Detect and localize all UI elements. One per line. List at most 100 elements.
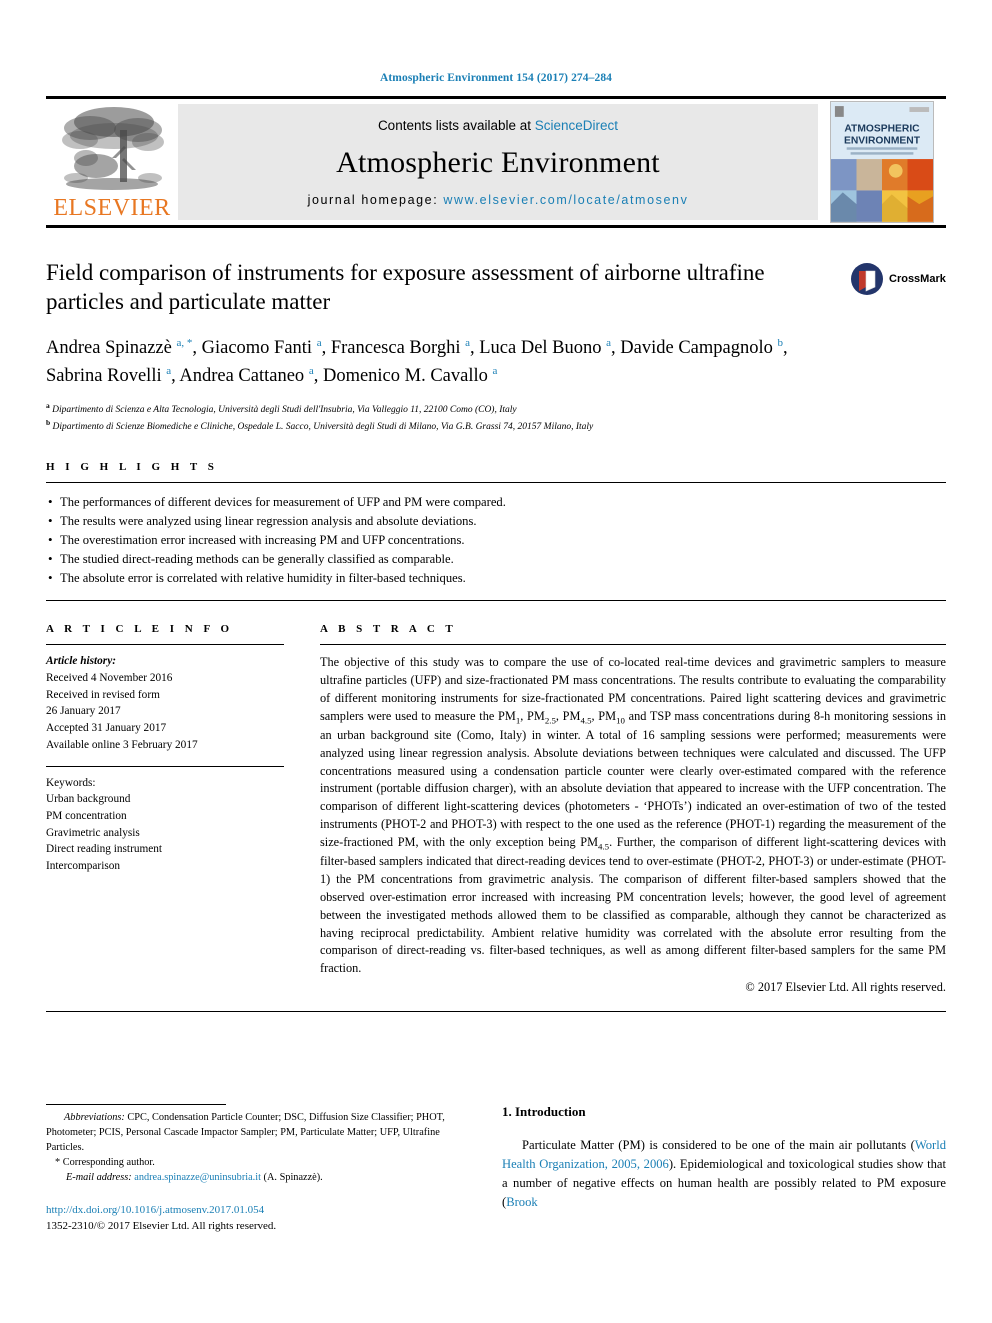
- highlight-item: The absolute error is correlated with re…: [46, 568, 946, 588]
- abstract-text: The objective of this study was to compa…: [320, 645, 946, 978]
- keyword-item: Gravimetric analysis: [46, 826, 140, 839]
- affiliation-text: Dipartimento di Scienze Biomediche e Cli…: [52, 422, 594, 433]
- citation-link[interactable]: Brook: [506, 1195, 537, 1209]
- author-item: Giacomo Fanti a,: [201, 336, 327, 359]
- affiliation-item: a Dipartimento di Scienza e Alta Tecnolo…: [46, 400, 946, 417]
- author-item: Francesca Borghi a,: [330, 336, 475, 359]
- corresponding-author-note: * Corresponding author.: [55, 1156, 155, 1168]
- author-name: Francesca Borghi: [330, 338, 461, 359]
- abstract-subscript: 2.5: [544, 715, 556, 726]
- footnotes-column: Abbreviations: CPC, Condensation Particl…: [46, 1104, 466, 1235]
- highlight-item: The studied direct-reading methods can b…: [46, 549, 946, 569]
- author-marks: a: [166, 364, 172, 377]
- crossmark-icon: [851, 263, 883, 295]
- author-item: Luca Del Buono a,: [479, 336, 616, 359]
- issn-copyright-line: 1352-2310/© 2017 Elsevier Ltd. All right…: [46, 1220, 277, 1233]
- author-item: Andrea Cattaneo a,: [179, 364, 319, 386]
- author-marks: a: [492, 364, 498, 377]
- crossmark-badge[interactable]: CrossMark: [850, 252, 946, 306]
- highlights-rule-bottom: [46, 600, 946, 602]
- author-name: Giacomo Fanti: [201, 338, 313, 359]
- svg-text:ENVIRONMENT: ENVIRONMENT: [844, 135, 921, 146]
- journal-cover-container: ATMOSPHERIC ENVIRONMENT: [818, 99, 946, 225]
- email-suffix: (A. Spinazzè).: [260, 1171, 323, 1183]
- article-info-heading: A R T I C L E I N F O: [46, 623, 234, 636]
- corresponding-author-text: Corresponding author.: [62, 1156, 155, 1168]
- abstract-part: , PM: [520, 708, 545, 723]
- highlight-item: The overestimation error increased with …: [46, 530, 946, 550]
- abstract-heading: A B S T R A C T: [320, 623, 457, 636]
- doi-block: http://dx.doi.org/10.1016/j.atmosenv.201…: [46, 1202, 466, 1235]
- author-item: Davide Campagnolo b,: [620, 336, 788, 359]
- keywords-block: Keywords: Urban background PM concentrat…: [46, 767, 284, 875]
- sciencedirect-link[interactable]: ScienceDirect: [535, 118, 618, 133]
- abbreviations-note: Abbreviations: CPC, Condensation Particl…: [46, 1111, 466, 1156]
- history-item: Available online 3 February 2017: [46, 738, 198, 751]
- email-link[interactable]: andrea.spinazze@uninsubria.it: [134, 1172, 261, 1183]
- affiliation-text: Dipartimento di Scienza e Alta Tecnologi…: [52, 404, 517, 415]
- introduction-heading: 1. Introduction: [502, 1104, 586, 1120]
- abstract-part: and TSP mass concentrations during 8-h m…: [320, 708, 947, 849]
- article-history-label: Article history:: [46, 655, 116, 668]
- abstract-part: . Further, the comparison of different l…: [320, 834, 946, 976]
- author-marks: a: [308, 364, 314, 377]
- footnotes-block: Abbreviations: CPC, Condensation Particl…: [46, 1111, 466, 1186]
- elsevier-wordmark: ELSEVIER: [53, 195, 171, 221]
- author-marks: a: [606, 336, 612, 349]
- title-block: Field comparison of instruments for expo…: [46, 258, 946, 435]
- introduction-column: 1. Introduction Particulate Matter (PM) …: [502, 1104, 946, 1235]
- article-first-page: Atmospheric Environment 154 (2017) 274–2…: [0, 0, 992, 1323]
- author-marks: a: [316, 336, 322, 349]
- contents-prefix: Contents lists available at: [377, 117, 535, 133]
- article-info-column: A R T I C L E I N F O Article history: R…: [46, 623, 284, 995]
- author-item: Domenico M. Cavallo a: [323, 364, 498, 386]
- author-list: Andrea Spinazzè a, *, Giacomo Fanti a, F…: [46, 335, 836, 391]
- abbreviations-label: Abbreviations:: [64, 1112, 125, 1124]
- masthead-center: Contents lists available at ScienceDirec…: [178, 104, 818, 220]
- svg-text:ATMOSPHERIC: ATMOSPHERIC: [844, 124, 920, 135]
- email-note: E-mail address: andrea.spinazze@uninsubr…: [46, 1171, 466, 1186]
- homepage-link[interactable]: www.elsevier.com/locate/atmosenv: [443, 193, 688, 207]
- author-marks: b: [777, 336, 784, 349]
- journal-masthead: ELSEVIER Contents lists available at Sci…: [46, 96, 946, 228]
- abstract-subscript: 4.5: [598, 841, 610, 852]
- contents-available-line: Contents lists available at ScienceDirec…: [378, 118, 618, 133]
- journal-homepage-line: journal homepage: www.elsevier.com/locat…: [308, 193, 689, 207]
- highlights-list: The performances of different devices fo…: [46, 483, 946, 589]
- keyword-item: Intercomparison: [46, 860, 121, 873]
- affiliation-mark: b: [46, 418, 51, 428]
- abstract-subscript: 10: [616, 715, 625, 726]
- introduction-paragraph: Particulate Matter (PM) is considered to…: [502, 1136, 946, 1212]
- article-title: Field comparison of instruments for expo…: [46, 260, 765, 315]
- author-name: Sabrina Rovelli: [46, 365, 162, 386]
- keyword-item: PM concentration: [46, 809, 127, 822]
- info-abstract-row: A R T I C L E I N F O Article history: R…: [46, 623, 946, 995]
- highlight-item: The results were analyzed using linear r…: [46, 511, 946, 531]
- history-item: Received 4 November 2016: [46, 671, 173, 684]
- author-item: Andrea Spinazzè a, *,: [46, 336, 197, 359]
- abstract-part: , PM: [555, 708, 581, 723]
- abstract-subscript: 4.5: [580, 715, 592, 726]
- highlights-heading: H I G H L I G H T S: [46, 460, 218, 473]
- history-item: Received in revised form: [46, 688, 160, 701]
- author-item: Sabrina Rovelli a,: [46, 364, 176, 386]
- abstract-copyright: © 2017 Elsevier Ltd. All rights reserved…: [745, 980, 946, 995]
- highlights-section: H I G H L I G H T S The performances of …: [46, 461, 946, 602]
- doi-link[interactable]: http://dx.doi.org/10.1016/j.atmosenv.201…: [46, 1204, 264, 1216]
- journal-cover-thumbnail: ATMOSPHERIC ENVIRONMENT: [830, 101, 934, 223]
- bottom-columns: Abbreviations: CPC, Condensation Particl…: [46, 1104, 946, 1235]
- highlight-item: The performances of different devices fo…: [46, 491, 946, 512]
- author-marks: a: [465, 336, 470, 349]
- history-item: Accepted 31 January 2017: [46, 722, 167, 735]
- author-marks: a, *: [176, 336, 193, 349]
- keywords-label: Keywords:: [46, 776, 96, 789]
- elsevier-tree-icon: [56, 100, 168, 196]
- elsevier-logo: ELSEVIER: [46, 99, 178, 225]
- affiliation-mark: a: [46, 400, 50, 410]
- homepage-prefix: journal homepage:: [307, 192, 444, 207]
- abstract-block-rule-bottom: [46, 1011, 946, 1013]
- keyword-item: Direct reading instrument: [46, 843, 163, 856]
- history-item: 26 January 2017: [46, 705, 121, 718]
- email-label: E-mail address:: [66, 1171, 132, 1183]
- running-head: Atmospheric Environment 154 (2017) 274–2…: [379, 72, 613, 84]
